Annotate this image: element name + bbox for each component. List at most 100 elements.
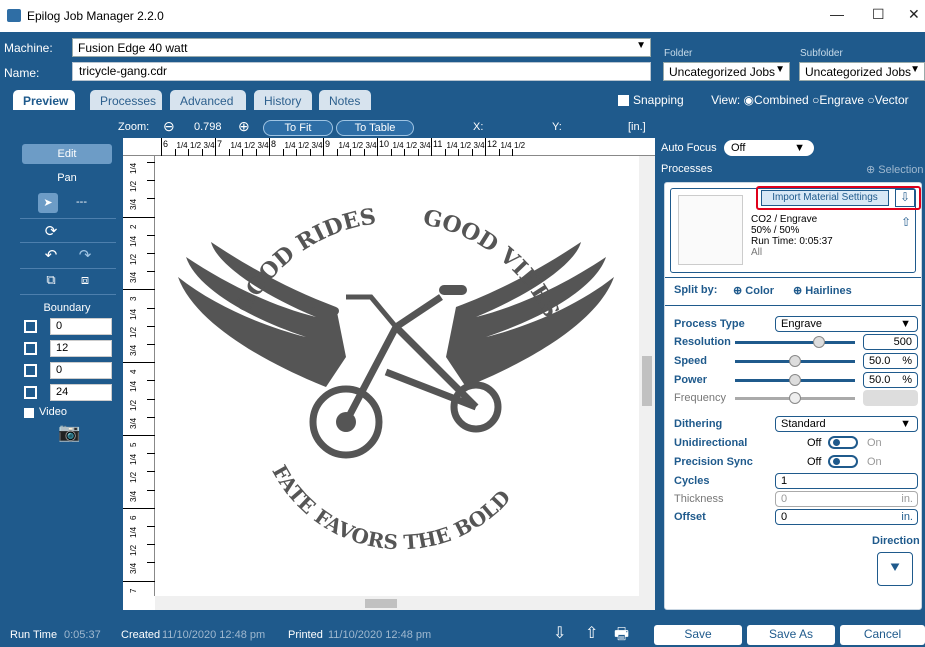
- rotate-icon[interactable]: ⟳: [38, 222, 64, 240]
- maximize-button[interactable]: ☐: [872, 6, 885, 23]
- vertical-scrollbar[interactable]: [639, 156, 655, 596]
- close-button[interactable]: ✕: [908, 6, 920, 23]
- export-file-icon[interactable]: ⇧: [585, 623, 598, 643]
- export-icon[interactable]: ⇧: [901, 215, 911, 229]
- resolution-field[interactable]: 500: [863, 334, 918, 350]
- ruler-label: 1/4: [284, 141, 296, 150]
- ruler-label: 1/4: [338, 141, 350, 150]
- tab-processes[interactable]: Processes: [90, 90, 162, 110]
- tab-notes[interactable]: Notes: [319, 90, 371, 110]
- split-hairlines-button[interactable]: ⊕ Hairlines: [793, 284, 852, 297]
- split-color-button[interactable]: ⊕ Color: [733, 284, 774, 297]
- undo-icon[interactable]: ↶: [38, 246, 64, 264]
- ruler-tick: [147, 380, 155, 382]
- unidirectional-toggle[interactable]: [828, 436, 858, 449]
- vertical-scroll-thumb[interactable]: [642, 356, 652, 406]
- ruler-tick: [498, 149, 500, 156]
- tab-history[interactable]: History: [254, 90, 312, 110]
- ruler-tick: [147, 526, 155, 527]
- ruler-tick: [188, 149, 189, 156]
- tab-preview[interactable]: Preview: [13, 90, 75, 110]
- auto-focus-select[interactable]: Off ▼: [724, 140, 814, 156]
- import-file-icon[interactable]: ⇩: [553, 623, 566, 643]
- power-field[interactable]: 50.0%: [863, 372, 918, 388]
- camera-icon[interactable]: 📷: [58, 422, 80, 443]
- view-label: View:: [711, 93, 741, 107]
- boundary-right-field[interactable]: 24: [50, 384, 112, 401]
- ruler-label: 3/4: [129, 417, 138, 429]
- import-icon[interactable]: ⇩: [895, 189, 915, 207]
- import-highlight: Import Material Settings ⇩: [756, 186, 921, 210]
- ruler-label: 9: [325, 139, 331, 149]
- cycles-field[interactable]: 1: [775, 473, 918, 489]
- run-time-value: 0:05:37: [64, 629, 101, 641]
- video-checkbox[interactable]: [24, 408, 34, 418]
- zoom-in-icon[interactable]: ⊕: [238, 118, 250, 135]
- boundary-left-field[interactable]: 0: [50, 362, 112, 379]
- cancel-button[interactable]: Cancel: [840, 625, 925, 645]
- chevron-down-icon: ▼: [775, 64, 785, 75]
- auto-focus-label: Auto Focus: [661, 142, 717, 154]
- divider: [20, 268, 116, 269]
- machine-label: Machine:: [4, 41, 53, 55]
- machine-select[interactable]: Fusion Edge 40 watt ▼: [72, 38, 651, 57]
- import-material-settings-button[interactable]: Import Material Settings: [761, 190, 889, 206]
- save-button[interactable]: Save: [654, 625, 742, 645]
- to-fit-button[interactable]: To Fit: [263, 120, 333, 136]
- tab-advanced[interactable]: Advanced: [170, 90, 246, 110]
- pointer-icon[interactable]: ➤: [38, 193, 58, 213]
- horizontal-scroll-thumb[interactable]: [365, 599, 397, 608]
- redo-icon[interactable]: ↷: [72, 246, 98, 264]
- view-combined-radio[interactable]: ◉: [744, 93, 754, 107]
- boundary-top-field[interactable]: 0: [50, 318, 112, 335]
- precision-sync-toggle[interactable]: [828, 455, 858, 468]
- zoom-out-icon[interactable]: ⊖: [163, 118, 175, 135]
- artwork[interactable]: GOOD RIDES GOOD VIBES FATE FAVORS THE BO…: [156, 157, 638, 595]
- dithering-label: Dithering: [674, 418, 723, 430]
- horizontal-scrollbar[interactable]: [155, 596, 655, 610]
- ruler-tick: [363, 149, 365, 156]
- ruler-label: 3/4: [473, 141, 485, 150]
- ruler-label: 11: [433, 139, 443, 149]
- ruler-label: 1/4: [392, 141, 404, 150]
- group-icon[interactable]: ⧉: [38, 272, 64, 288]
- divider: [665, 305, 921, 306]
- power-slider-knob[interactable]: [789, 374, 801, 386]
- ruler-tick: [201, 149, 203, 156]
- ruler-label: 1/2: [406, 141, 418, 150]
- offset-field[interactable]: 0 in.: [775, 509, 918, 525]
- boundary-bottom-field[interactable]: 12: [50, 340, 112, 357]
- pan-label: Pan: [57, 172, 77, 184]
- job-name-input[interactable]: tricycle-gang.cdr: [72, 62, 651, 81]
- save-as-button[interactable]: Save As: [747, 625, 835, 645]
- direction-down-button[interactable]: ⯆: [877, 552, 913, 586]
- subfolder-select[interactable]: Uncategorized Jobs ▼: [799, 62, 925, 81]
- snapping-checkbox[interactable]: [618, 95, 629, 107]
- thickness-label: Thickness: [674, 493, 724, 505]
- process-line1: CO2 / Engrave: [751, 214, 818, 225]
- folder-select[interactable]: Uncategorized Jobs ▼: [663, 62, 790, 81]
- resolution-slider-knob[interactable]: [813, 336, 825, 348]
- to-table-button[interactable]: To Table: [336, 120, 414, 136]
- frequency-slider-knob: [789, 392, 801, 404]
- ruler-label: 1/2: [514, 141, 526, 150]
- speed-field[interactable]: 50.0%: [863, 353, 918, 369]
- process-type-select[interactable]: Engrave ▼: [775, 316, 918, 332]
- speed-slider-knob[interactable]: [789, 355, 801, 367]
- resolution-slider[interactable]: [735, 341, 855, 344]
- selection-button[interactable]: ⊕ Selection: [866, 163, 924, 176]
- ruler-tick: [431, 138, 432, 156]
- print-icon[interactable]: 🖶: [614, 623, 629, 647]
- edit-button[interactable]: Edit: [22, 144, 112, 164]
- view-vector-radio[interactable]: ○: [867, 93, 874, 107]
- zoom-value: 0.798: [194, 121, 222, 133]
- ungroup-icon[interactable]: ⧈: [72, 272, 98, 288]
- ruler-label: 1/2: [129, 399, 138, 411]
- dithering-select[interactable]: Standard ▼: [775, 416, 918, 432]
- ruler-label: 5: [129, 442, 138, 447]
- view-combined-label: Combined: [754, 93, 809, 107]
- window-title: Epilog Job Manager 2.2.0: [27, 9, 164, 23]
- minimize-button[interactable]: —: [830, 6, 844, 22]
- preview-canvas[interactable]: 6 1/4 1/2 3/4 7 1/4 1/2 3/4 8 1/4 1/2 3/4 9 1/4 1/2 3/4…: [123, 138, 655, 610]
- ruler-tick: [471, 149, 473, 156]
